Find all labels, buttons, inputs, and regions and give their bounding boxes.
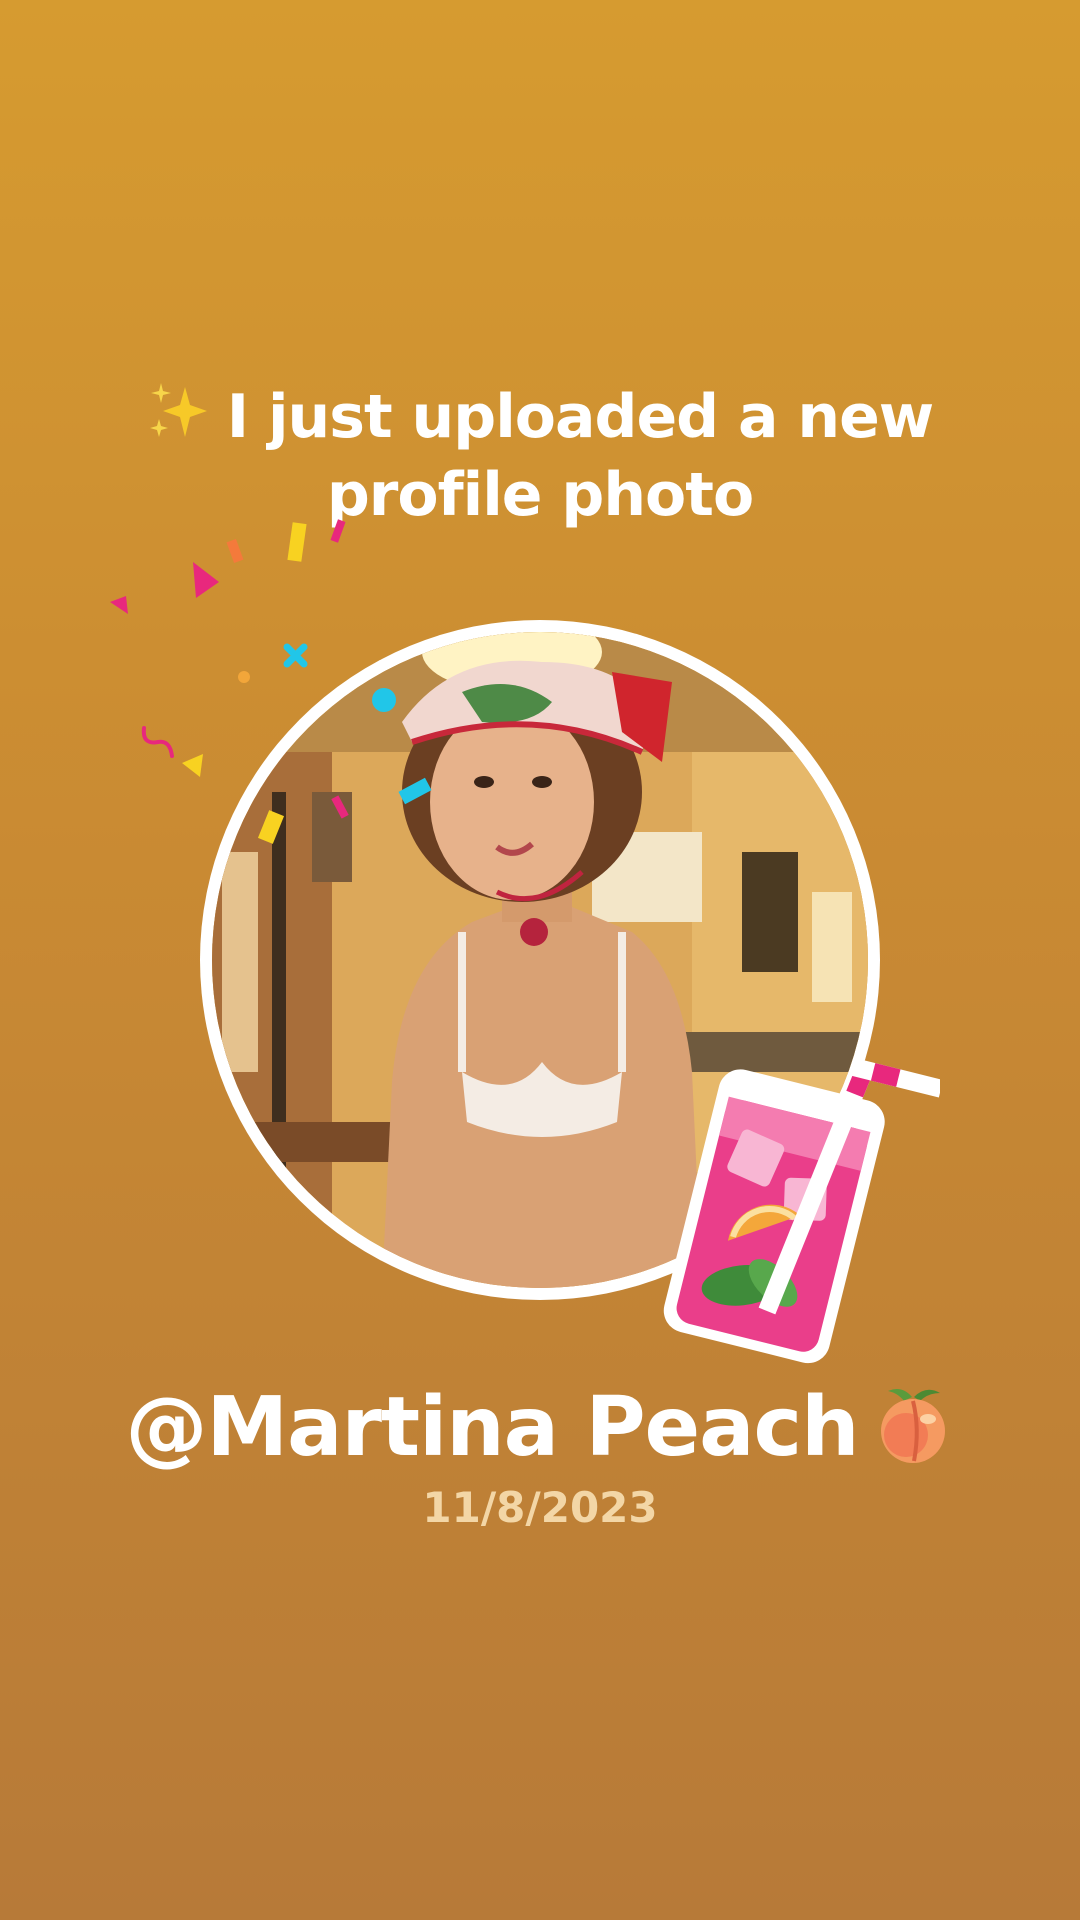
pink-lemonade-drink-sticker (663, 1058, 940, 1364)
headline-text: I just uploaded a new profile photo (226, 382, 934, 530)
sparkles-icon (147, 381, 209, 443)
username-line: @Martina Peach (100, 1378, 980, 1478)
headline: I just uploaded a new profile photo (90, 378, 990, 534)
username[interactable]: @Martina Peach (126, 1380, 860, 1475)
post-date: 11/8/2023 (422, 1483, 658, 1532)
peach-icon (872, 1383, 954, 1465)
